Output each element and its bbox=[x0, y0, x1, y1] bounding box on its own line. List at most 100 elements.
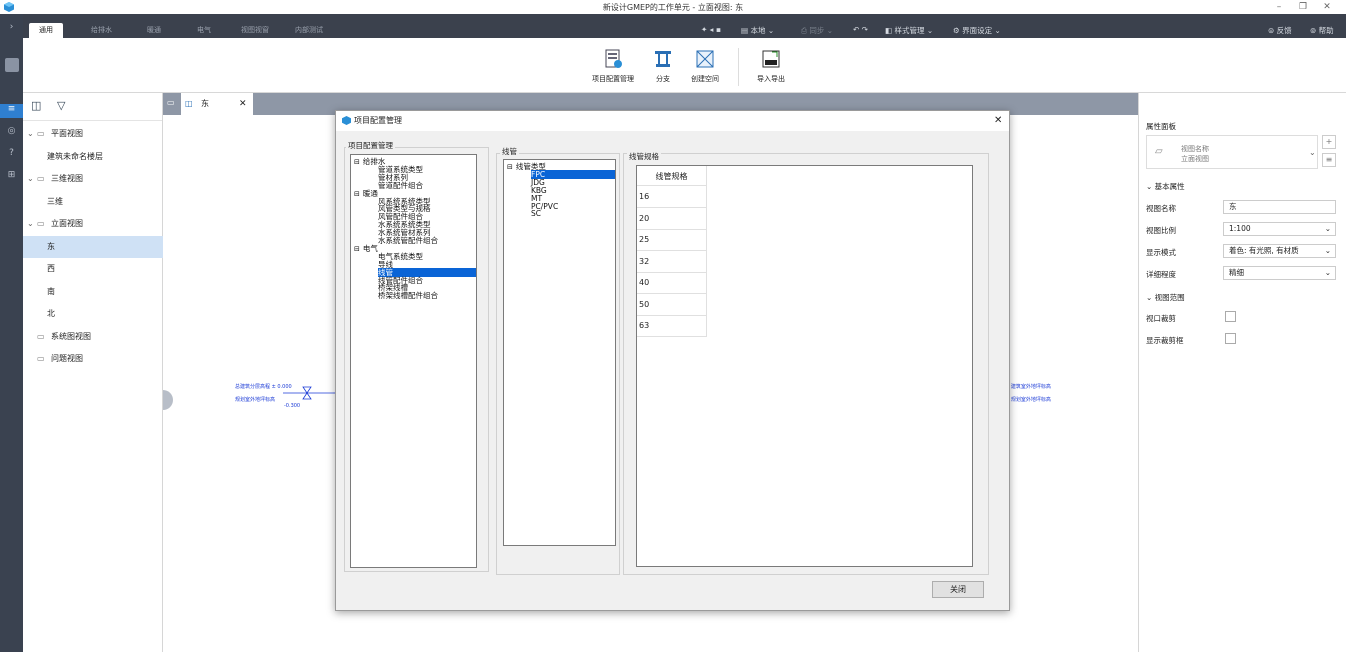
feedback-button[interactable]: ⊜ 反馈 bbox=[1268, 25, 1292, 36]
navigate-icon[interactable]: ✦ ◂ ▪ bbox=[701, 25, 721, 34]
tab-plumbing[interactable]: 给排水 bbox=[81, 23, 122, 38]
local-label: 本地 bbox=[750, 26, 766, 35]
compass-icon[interactable]: ◎ bbox=[0, 126, 23, 136]
close-tab-icon[interactable]: ✕ bbox=[239, 93, 247, 115]
crop-checkbox[interactable] bbox=[1225, 311, 1236, 322]
conduit-type-tree[interactable]: ⊟ 线管类型 FPC JDG KBG MT PC/PVC SC bbox=[503, 159, 616, 546]
tree-item[interactable]: 建筑未命名楼层 bbox=[23, 146, 163, 168]
tree-node[interactable]: 管道配件组合 bbox=[378, 181, 423, 190]
tab-electrical[interactable]: 电气 bbox=[187, 23, 221, 38]
expand-arrow-icon[interactable]: › bbox=[0, 22, 23, 32]
tab-hvac[interactable]: 暖通 bbox=[137, 23, 171, 38]
tree-item[interactable]: 南 bbox=[23, 281, 163, 303]
spec-row[interactable]: 32 bbox=[637, 250, 707, 273]
basic-props-section[interactable]: ⌄ 基本属性 bbox=[1146, 181, 1185, 192]
show-crop-checkbox[interactable] bbox=[1225, 333, 1236, 344]
spec-grid-header: 线管规格 bbox=[637, 166, 707, 186]
view-tab-east[interactable]: ◫ 东 ✕ bbox=[181, 93, 253, 115]
collapse-handle[interactable] bbox=[163, 390, 173, 410]
config-category-tree[interactable]: ⊟ 给排水 管道系统类型 管材系列 管道配件组合 ⊟ 暖通 风系统系统类型 风管类型与规格 风管配… bbox=[350, 154, 477, 568]
tree-node[interactable]: ⊟ 电气 bbox=[354, 244, 378, 254]
dialog-title: 项目配置管理 bbox=[354, 116, 402, 125]
tree-item[interactable]: ⌄ ▭ 立面视图 bbox=[23, 213, 163, 235]
type-subname: 立面视图 bbox=[1181, 155, 1209, 163]
edit-type-icon[interactable]: ≡ bbox=[1322, 153, 1336, 167]
tree-item[interactable]: 北 bbox=[23, 303, 163, 325]
tree-item[interactable]: 东 bbox=[23, 235, 163, 258]
view-name-field[interactable]: 东 bbox=[1223, 200, 1336, 214]
collapse-box-icon[interactable]: ⊟ bbox=[354, 190, 360, 198]
tree-item[interactable]: 西 bbox=[23, 258, 163, 280]
scale-value: 1:100 bbox=[1229, 224, 1251, 233]
help-button[interactable]: ⊚ 帮助 bbox=[1310, 25, 1334, 36]
sync-button[interactable]: ⎙ 同步 ⌄ bbox=[801, 25, 833, 36]
display-mode-select[interactable]: 着色: 有光照, 有材质 ⌄ bbox=[1223, 244, 1336, 258]
tree-item[interactable]: ⌄ ▭ 三维视图 bbox=[23, 168, 163, 190]
dialog-close-icon[interactable]: ✕ bbox=[994, 111, 1002, 131]
detail-level-label: 详细程度 bbox=[1146, 270, 1176, 279]
create-space-icon bbox=[696, 50, 714, 68]
spec-row[interactable]: 25 bbox=[637, 229, 707, 251]
spec-row[interactable]: 40 bbox=[637, 272, 707, 294]
detail-level-select[interactable]: 精细 ⌄ bbox=[1223, 266, 1336, 280]
ui-settings-button[interactable]: ⚙ 界面设定 ⌄ bbox=[953, 25, 1001, 36]
question-icon[interactable]: ? bbox=[0, 148, 23, 158]
project-config-label: 项目配置管理 bbox=[592, 75, 634, 83]
filter-icon[interactable]: ▽ bbox=[57, 99, 65, 112]
spec-row[interactable]: 63 bbox=[637, 315, 707, 337]
panel-toggle-icon[interactable]: ◫ bbox=[31, 99, 41, 112]
chevron-down-icon: ⌄ bbox=[1324, 224, 1331, 233]
user-avatar-icon[interactable] bbox=[0, 58, 23, 72]
close-window-icon[interactable]: ✕ bbox=[1314, 0, 1340, 14]
branch-button[interactable]: 分支 bbox=[648, 48, 678, 84]
grid-icon[interactable]: ⊞ bbox=[0, 170, 23, 180]
collapse-box-icon[interactable]: ⊟ bbox=[507, 163, 513, 171]
tree-item-label: 北 bbox=[47, 309, 55, 318]
add-type-icon[interactable]: + bbox=[1322, 135, 1336, 149]
project-config-icon bbox=[605, 49, 622, 68]
view-folder-icon: ▭ bbox=[37, 354, 45, 363]
tab-view-window[interactable]: 视图视窗 bbox=[231, 23, 279, 38]
doc-local[interactable]: ▤ 本地 ⌄ bbox=[741, 25, 774, 36]
spec-grid[interactable]: 线管规格 16 20 25 32 40 50 63 bbox=[636, 165, 973, 567]
view-range-section[interactable]: ⌄ 视图范围 bbox=[1146, 292, 1185, 303]
tree-node[interactable]: ⊟ 暖通 bbox=[354, 189, 378, 199]
tree-item[interactable]: ⌄ ▭ 平面视图 bbox=[23, 123, 163, 145]
spec-row[interactable]: 50 bbox=[637, 293, 707, 316]
create-space-button[interactable]: 创建空间 bbox=[685, 48, 725, 84]
minimize-icon[interactable]: – bbox=[1266, 0, 1292, 14]
tree-item[interactable]: 三维 bbox=[23, 191, 163, 213]
chevron-down-icon[interactable]: ⌄ bbox=[27, 123, 34, 145]
view-folder-icon: ▭ bbox=[37, 129, 45, 138]
view-folder-icon: ▭ bbox=[37, 174, 45, 183]
chevron-down-icon[interactable]: ⌄ bbox=[27, 168, 34, 190]
type-selector[interactable]: ▱ 视图名称 立面视图 ⌄ bbox=[1146, 135, 1318, 169]
spec-row[interactable]: 20 bbox=[637, 207, 707, 230]
restore-icon[interactable]: ❐ bbox=[1290, 0, 1316, 14]
tree-item-label: 西 bbox=[47, 264, 55, 273]
tree-node[interactable]: 水系统管配件组合 bbox=[378, 236, 438, 245]
collapse-box-icon[interactable]: ⊟ bbox=[354, 158, 360, 166]
undo-redo-icon[interactable]: ↶ ↷ bbox=[853, 25, 868, 34]
basic-props-label: 基本属性 bbox=[1154, 182, 1185, 191]
tab-internal-test[interactable]: 内部测试 bbox=[285, 23, 333, 38]
tree-node-label: 桥架线槽配件组合 bbox=[378, 291, 438, 301]
tab-list-icon[interactable]: ▭ bbox=[167, 98, 175, 107]
scale-select[interactable]: 1:100 ⌄ bbox=[1223, 222, 1336, 236]
style-manage-button[interactable]: ◧ 样式管理 ⌄ bbox=[885, 25, 933, 36]
close-button[interactable]: 关闭 bbox=[932, 581, 984, 598]
spec-row[interactable]: 16 bbox=[637, 186, 707, 208]
list-icon[interactable]: ≡ bbox=[0, 104, 23, 118]
project-config-button[interactable]: 项目配置管理 bbox=[587, 48, 639, 84]
tree-node[interactable]: SC bbox=[531, 209, 541, 218]
tab-general[interactable]: 通用 bbox=[29, 23, 63, 38]
detail-level-value: 精细 bbox=[1229, 268, 1244, 277]
collapse-box-icon[interactable]: ⊟ bbox=[354, 245, 360, 253]
tree-item[interactable]: ▭ 问题视图 bbox=[23, 348, 163, 370]
tree-node[interactable]: 桥架线槽配件组合 bbox=[378, 291, 438, 300]
sync-label: 同步 bbox=[809, 26, 825, 35]
chevron-down-icon[interactable]: ⌄ bbox=[27, 213, 34, 235]
tree-item[interactable]: ▭ 系统图视图 bbox=[23, 326, 163, 348]
import-export-button[interactable]: 导入导出 bbox=[751, 48, 791, 84]
level-marker-symbol bbox=[283, 386, 343, 400]
